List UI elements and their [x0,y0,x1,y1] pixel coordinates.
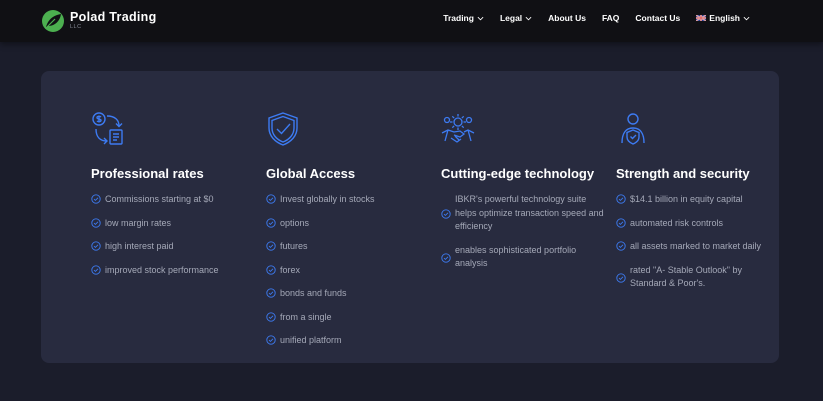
check-circle-icon [616,194,626,204]
list-item-text: Commissions starting at $0 [105,194,214,204]
feature-global-access: Global Access Invest globally in stocks … [266,111,436,358]
check-circle-icon [91,241,101,251]
nav-trading-label: Trading [443,13,474,23]
list-item: futures [266,240,436,254]
list-item: enables sophisticated portfolio analysis [441,244,611,271]
list-item-text: Invest globally in stocks [280,194,375,204]
check-circle-icon [91,194,101,204]
nav-legal-label: Legal [499,13,523,23]
list-item-text: low margin rates [105,217,172,228]
feature-title: Strength and security [616,166,750,181]
list-item: bonds and funds [266,287,436,301]
main-nav: Trading Legal About Us FAQ Contact Us En… [427,13,750,23]
check-circle-icon [441,252,451,263]
check-circle-icon [266,288,276,298]
list-item-text: IBKR's powerful technology suite helps o… [455,194,604,231]
money-exchange-icon [92,112,123,145]
list-item-text: automated risk controls [630,217,724,228]
nav-about-us[interactable]: About Us [548,13,586,23]
feature-list: IBKR's powerful technology suite helps o… [441,193,611,271]
language-label: English [709,13,740,23]
leaf-logo-icon [42,10,64,32]
brand-suffix: LLC [70,23,82,30]
nav-legal[interactable]: Legal [500,13,532,23]
check-circle-icon [266,264,276,275]
list-item-text: all assets marked to market daily [630,241,762,251]
brand-logo[interactable]: Polad Trading LLC [41,9,157,33]
check-circle-icon [266,311,276,322]
feature-cutting-edge-technology: Cutting-edge technology IBKR's powerful … [441,111,611,281]
brand-name: Polad Trading [70,10,157,24]
person-shield-icon [621,113,645,145]
check-circle-icon [91,264,101,275]
feature-list: $14.1 billion in equity capital automate… [616,193,786,291]
list-item-text: forex [280,264,301,275]
list-item-text: $14.1 billion in equity capital [630,194,743,204]
check-circle-icon [266,335,276,345]
list-item: options [266,217,436,231]
nav-trading[interactable]: Trading [443,13,484,23]
list-item: IBKR's powerful technology suite helps o… [441,193,611,234]
check-circle-icon [616,217,626,228]
list-item-text: rated "A- Stable Outlook" by Standard & … [630,264,742,289]
check-circle-icon [616,241,626,251]
list-item: improved stock performance [91,264,261,278]
list-item: low margin rates [91,217,261,231]
list-item: high interest paid [91,240,261,254]
navbar: Polad Trading LLC Trading Legal About Us… [0,0,823,42]
features-card: Professional rates Commissions starting … [41,71,779,363]
uk-flag-icon [696,15,707,21]
gear-handshake-icon [441,114,475,143]
list-item: rated "A- Stable Outlook" by Standard & … [616,264,786,291]
nav-contact-us[interactable]: Contact Us [635,13,680,23]
feature-list: Invest globally in stocks options future… [266,193,436,348]
nav-faq[interactable]: FAQ [602,13,619,23]
language-selector[interactable]: English [696,13,750,23]
list-item: unified platform [266,334,436,348]
list-item-text: bonds and funds [280,288,347,298]
list-item: automated risk controls [616,217,786,231]
chevron-down-icon [477,16,484,20]
check-circle-icon [266,241,276,251]
check-circle-icon [266,217,276,228]
list-item-text: futures [280,241,308,251]
feature-title: Global Access [266,166,356,181]
check-circle-icon [266,194,276,204]
chevron-down-icon [743,16,750,20]
check-circle-icon [441,209,451,219]
list-item: Invest globally in stocks [266,193,436,207]
list-item: $14.1 billion in equity capital [616,193,786,207]
chevron-down-icon [525,16,532,20]
list-item: all assets marked to market daily [616,240,786,254]
list-item: from a single [266,311,436,325]
list-item-text: improved stock performance [105,264,219,275]
nav-about-label: About Us [548,13,586,23]
feature-list: Commissions starting at $0 low margin ra… [91,193,261,277]
list-item: forex [266,264,436,278]
list-item-text: high interest paid [105,241,174,251]
feature-strength-and-security: Strength and security $14.1 billion in e… [616,111,786,301]
nav-contact-label: Contact Us [635,13,681,23]
list-item-text: from a single [280,311,332,322]
nav-faq-label: FAQ [601,13,620,23]
list-item-text: enables sophisticated portfolio analysis [455,244,577,269]
shield-check-icon [268,112,298,146]
list-item-text: unified platform [280,335,342,345]
feature-title: Professional rates [91,166,204,181]
list-item-text: options [280,217,310,228]
list-item: Commissions starting at $0 [91,193,261,207]
check-circle-icon [616,272,626,283]
feature-professional-rates: Professional rates Commissions starting … [91,111,261,287]
check-circle-icon [91,217,101,228]
feature-title: Cutting-edge technology [441,166,595,181]
